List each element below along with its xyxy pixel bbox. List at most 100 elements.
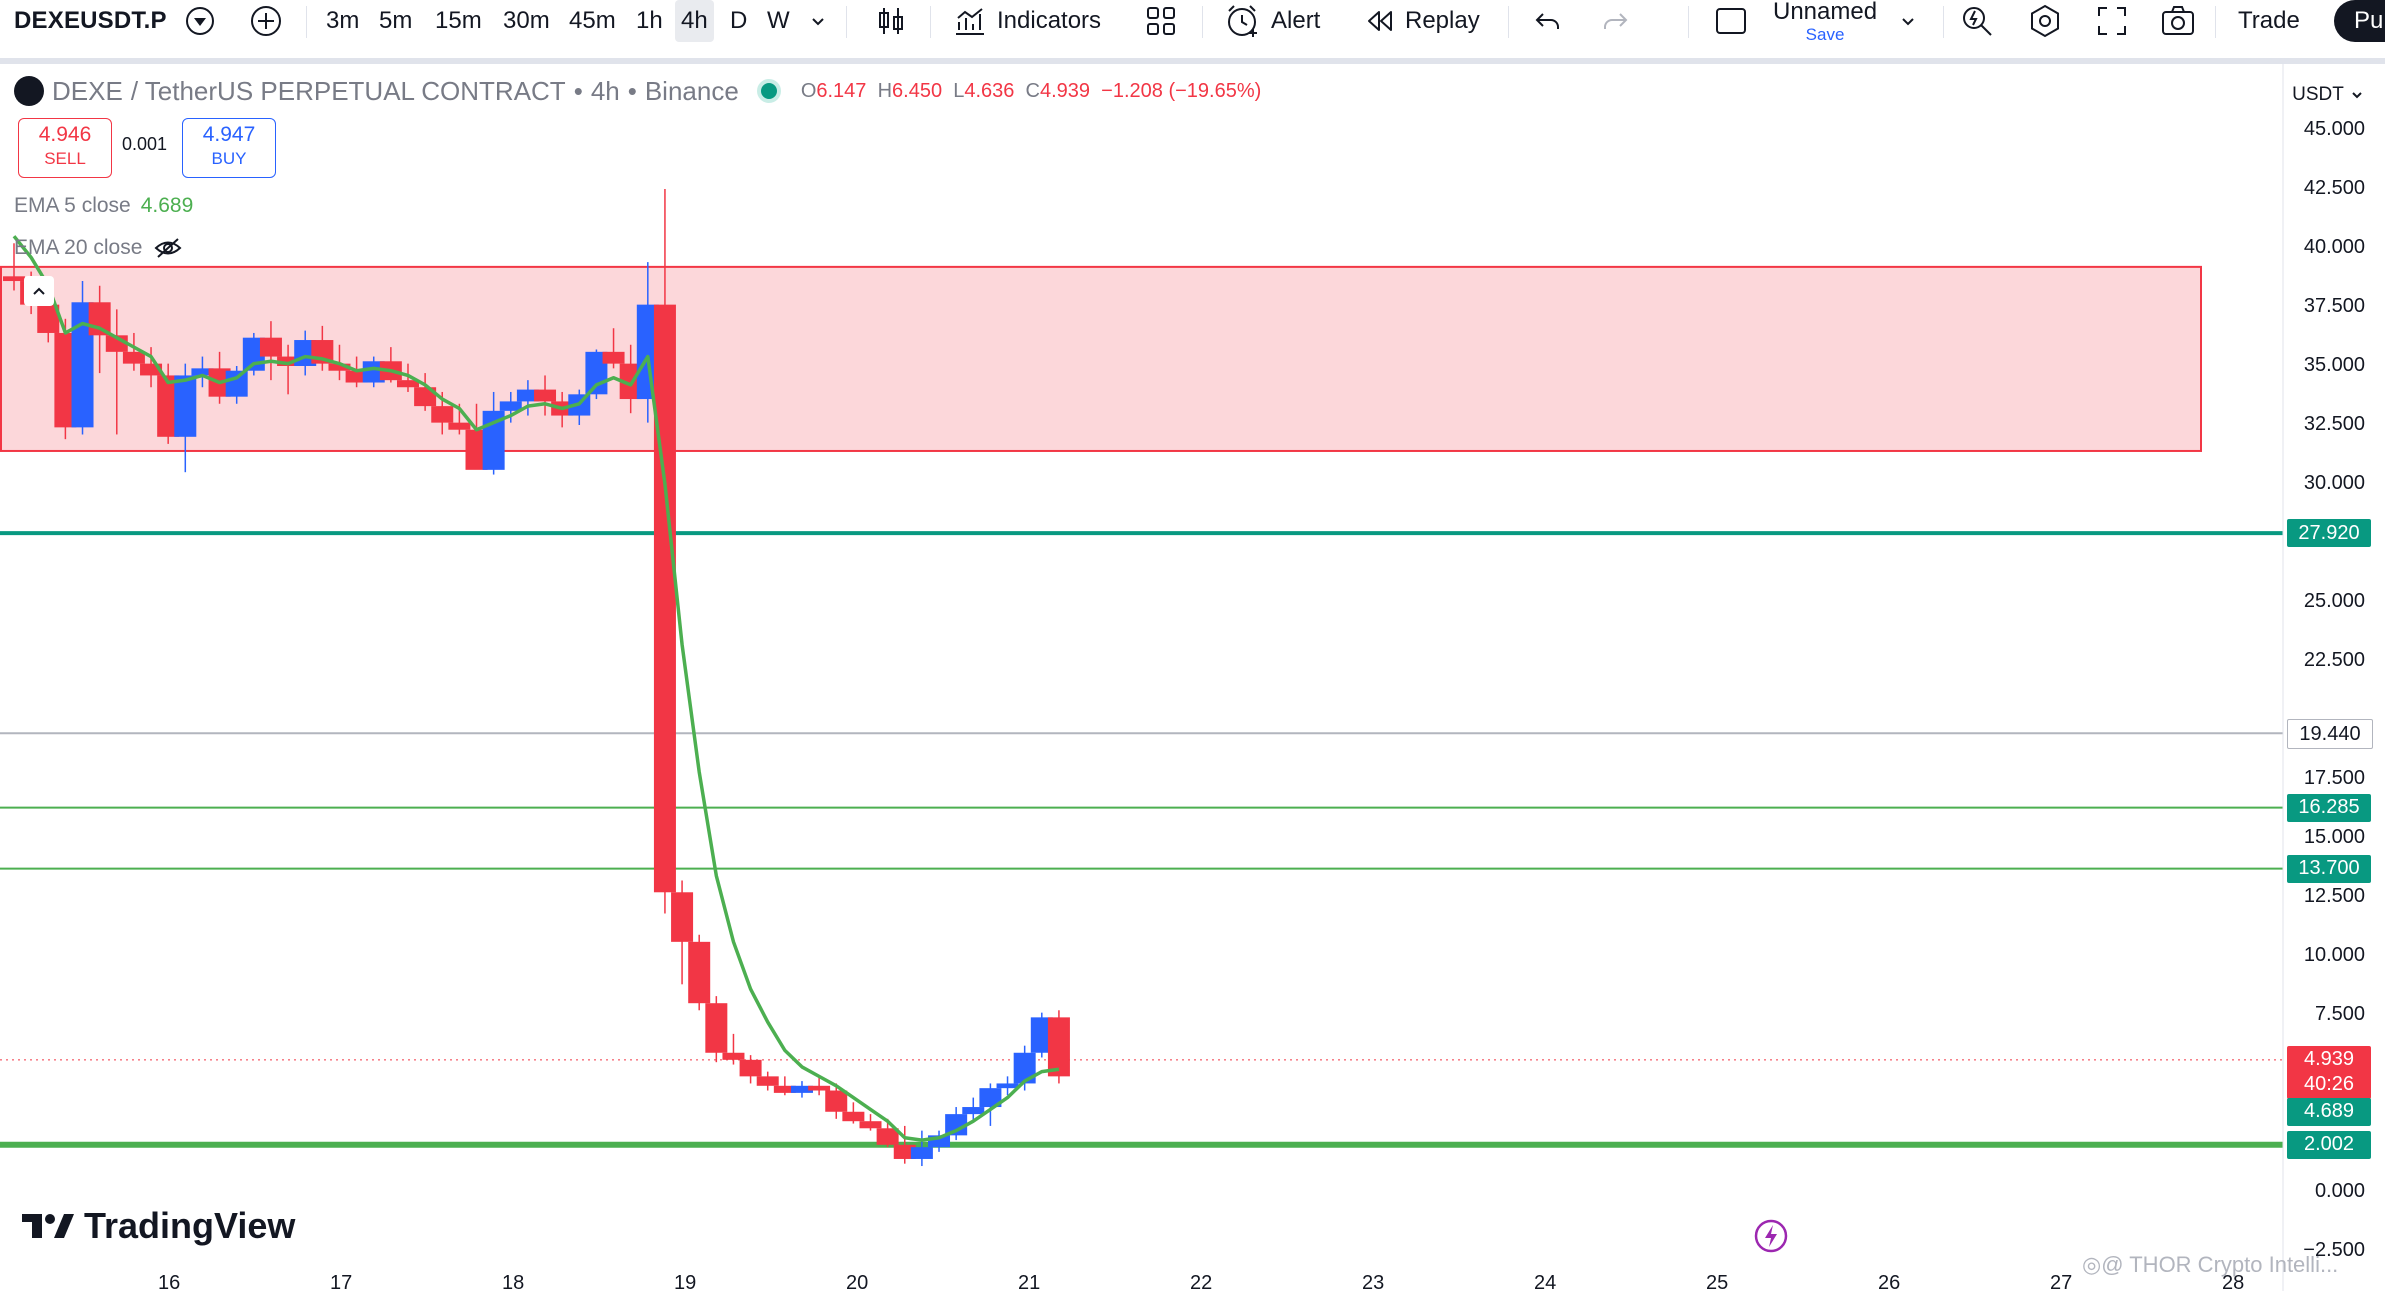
candle-body[interactable] <box>1047 1017 1070 1077</box>
buy-price: 4.947 <box>202 123 256 146</box>
layout-save-label: Save <box>1805 24 1845 44</box>
buy-button[interactable]: 4.947 BUY <box>182 118 276 178</box>
legend-ohlc: O6.147 H6.450 L4.636 C4.939 −1.208 (−19.… <box>800 79 1262 102</box>
interval-5m[interactable]: 5m <box>373 0 418 42</box>
price-tick-label: 37.500 <box>2303 295 2365 317</box>
fullscreen-icon[interactable] <box>2096 0 2128 42</box>
price-tick-label: 7.500 <box>2314 1003 2365 1025</box>
interval-30m[interactable]: 30m <box>497 0 556 42</box>
settings-gear-icon[interactable] <box>2028 0 2062 42</box>
symbol-search-button[interactable]: DEXEUSDT.P <box>14 0 167 42</box>
candle-body[interactable] <box>225 370 248 397</box>
trade-button[interactable]: Trade <box>2238 0 2300 42</box>
dexe-logo-icon <box>14 76 44 106</box>
snapshot-camera-icon[interactable] <box>2160 0 2196 42</box>
interval-d[interactable]: D <box>724 0 753 42</box>
candle-body[interactable] <box>756 1076 779 1086</box>
price-plot[interactable] <box>0 64 2385 1291</box>
interval-45m[interactable]: 45m <box>563 0 622 42</box>
candle-body[interactable] <box>431 406 454 423</box>
market-open-status-icon <box>756 79 781 103</box>
ema20-label: EMA 20 close <box>14 236 143 259</box>
time-tick-label: 23 <box>1362 1272 1385 1294</box>
candle-body[interactable] <box>722 1052 745 1060</box>
time-tick-label: 17 <box>330 1272 353 1294</box>
candle-body[interactable] <box>602 351 625 364</box>
candle-body[interactable] <box>842 1111 865 1122</box>
chart-type-candles-icon[interactable] <box>874 0 908 42</box>
candle-body[interactable] <box>653 304 676 893</box>
legend-sep-dot: • <box>627 75 637 106</box>
time-tick-label: 16 <box>158 1272 181 1294</box>
time-tick-label: 25 <box>1706 1272 1729 1294</box>
quick-search-icon[interactable] <box>1960 0 1994 42</box>
candle-body[interactable] <box>1013 1052 1036 1084</box>
candle-body[interactable] <box>859 1121 882 1129</box>
time-tick-label: 20 <box>846 1272 869 1294</box>
candle-body[interactable] <box>739 1059 762 1077</box>
time-tick-label: 22 <box>1190 1272 1213 1294</box>
replay-button[interactable]: Replay <box>1365 0 1480 42</box>
lightning-icon[interactable] <box>1753 1218 1789 1259</box>
candle-body[interactable] <box>671 892 694 942</box>
interval-1h[interactable]: 1h <box>630 0 669 42</box>
chevron-down-icon <box>2352 92 2362 99</box>
candle-body[interactable] <box>705 1003 728 1053</box>
hidden-eye-icon[interactable] <box>154 237 182 259</box>
candle-body[interactable] <box>534 389 557 402</box>
alert-clock-icon <box>1228 5 1257 37</box>
candle-body[interactable] <box>174 375 197 437</box>
price-tag: 4.689 <box>2287 1097 2371 1126</box>
interval-3m[interactable]: 3m <box>320 0 365 42</box>
price-tag: 27.920 <box>2287 519 2371 548</box>
tradingview-logo-icon <box>22 1214 74 1238</box>
undo-icon[interactable] <box>1533 0 1563 42</box>
alert-button[interactable]: Alert <box>1225 0 1320 42</box>
sell-button[interactable]: 4.946 SELL <box>18 118 112 178</box>
currency-selector[interactable]: USDT <box>2287 78 2369 112</box>
publish-button[interactable]: Pu <box>2334 0 2385 42</box>
price-tag: 40:26 <box>2287 1070 2371 1099</box>
top-toolbar: DEXEUSDT.P 3m 5m 15m 30m 45m 1h 4h D W I… <box>0 0 2385 64</box>
candle-body[interactable] <box>688 941 711 1004</box>
price-tick-label: 35.000 <box>2303 354 2365 376</box>
compare-add-icon[interactable] <box>249 0 283 42</box>
symbol-settings-icon[interactable] <box>183 0 217 42</box>
collapse-legend-button[interactable] <box>24 276 54 306</box>
interval-w[interactable]: W <box>761 0 796 42</box>
replay-rewind-icon <box>1368 11 1392 31</box>
ema5-legend[interactable]: EMA 5 close 4.689 <box>14 194 193 218</box>
tradingview-logo[interactable]: TradingView <box>20 1205 295 1247</box>
candle-body[interactable] <box>3 276 25 282</box>
time-tick-label: 26 <box>1878 1272 1901 1294</box>
legend-sep-dot: • <box>573 75 583 106</box>
indicators-icon <box>956 8 984 35</box>
layout-menu-chevron-icon[interactable] <box>1898 0 1918 42</box>
price-tick-label: 17.500 <box>2303 767 2365 789</box>
buy-label: BUY <box>211 149 247 168</box>
layout-checkbox-icon[interactable] <box>1714 0 1748 42</box>
price-tick-label: 10.000 <box>2303 944 2365 966</box>
templates-grid-icon[interactable] <box>1145 0 1177 42</box>
legend-base: DEXE <box>52 75 123 106</box>
candle-body[interactable] <box>825 1090 848 1112</box>
candle-body[interactable] <box>808 1085 831 1091</box>
interval-dropdown-chevron-icon[interactable] <box>808 0 828 42</box>
layout-name-button[interactable]: Unnamed Save <box>1773 0 1877 44</box>
redo-icon[interactable] <box>1600 0 1630 42</box>
indicators-button[interactable]: Indicators <box>953 0 1101 42</box>
ema20-legend[interactable]: EMA 20 close <box>14 236 182 260</box>
interval-4h[interactable]: 4h <box>675 0 714 42</box>
price-tick-label: 12.500 <box>2303 885 2365 907</box>
candle-body[interactable] <box>910 1147 933 1159</box>
candle-body[interactable] <box>996 1083 1019 1089</box>
candle-body[interactable] <box>88 302 111 336</box>
candle-body[interactable] <box>122 351 145 364</box>
interval-15m[interactable]: 15m <box>429 0 488 42</box>
price-tick-label: 40.000 <box>2303 236 2365 258</box>
time-tick-label: 19 <box>674 1272 697 1294</box>
chart-pane[interactable] <box>0 64 2385 1291</box>
candle-body[interactable] <box>259 337 282 357</box>
candle-body[interactable] <box>448 422 471 430</box>
candle-body[interactable] <box>962 1107 985 1115</box>
